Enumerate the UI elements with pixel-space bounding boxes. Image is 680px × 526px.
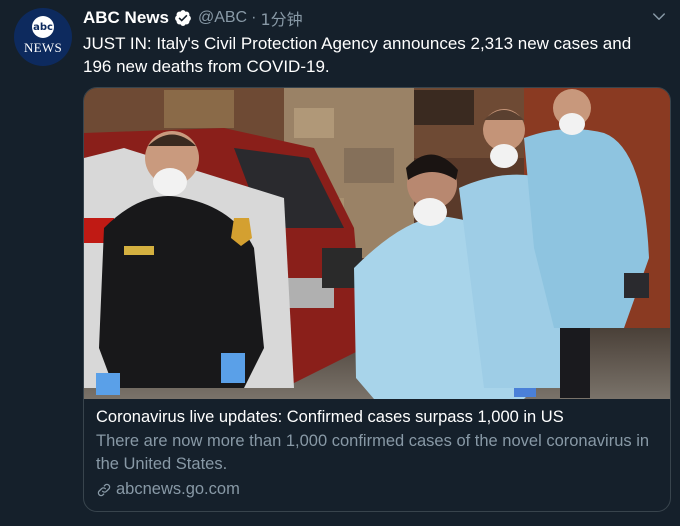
avatar[interactable]: abc NEWS <box>14 8 72 66</box>
separator-dot: · <box>251 9 257 26</box>
verified-badge-icon <box>175 10 191 26</box>
timestamp[interactable]: 1分钟 <box>260 6 302 30</box>
avatar-label: NEWS <box>23 40 63 55</box>
abc-logo-icon: abc <box>32 16 54 38</box>
link-card[interactable]: Coronavirus live updates: Confirmed case… <box>83 87 671 512</box>
display-name[interactable]: ABC News <box>83 8 169 28</box>
card-link[interactable]: abcnews.go.com <box>96 480 658 499</box>
card-body: Coronavirus live updates: Confirmed case… <box>96 406 658 499</box>
card-title[interactable]: Coronavirus live updates: Confirmed case… <box>96 406 658 428</box>
card-photo[interactable] <box>84 88 671 399</box>
link-icon <box>97 483 111 496</box>
handle[interactable]: @ABC <box>198 9 247 27</box>
chevron-down-icon[interactable] <box>650 8 668 26</box>
tweet-text: JUST IN: Italy's Civil Protection Agency… <box>83 34 632 76</box>
tweet[interactable]: abc NEWS ABC News @ABC · 1分钟 JUST IN: It… <box>0 0 680 526</box>
tweet-header: ABC News @ABC · 1分钟 <box>83 6 640 30</box>
card-domain: abcnews.go.com <box>116 480 240 498</box>
card-description: There are now more than 1,000 confirmed … <box>96 432 650 473</box>
